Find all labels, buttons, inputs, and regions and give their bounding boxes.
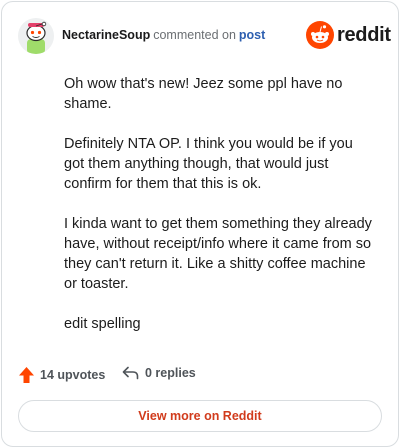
snoo-avatar-icon: [18, 18, 54, 54]
replies-label: 0 replies: [145, 366, 196, 380]
comment-body: Oh wow that's new! Jeez some ppl have no…: [64, 74, 376, 354]
post-link[interactable]: post: [239, 28, 265, 42]
commented-on-text: commented on: [153, 28, 236, 42]
embedded-comment-card: NectarineSoup commented on post reddit Oh …: [1, 1, 399, 447]
comment-footer: 14 upvotes 0 replies: [18, 366, 382, 388]
reddit-wordmark: reddit: [337, 24, 391, 46]
reddit-logo[interactable]: reddit: [306, 19, 391, 53]
username-link[interactable]: NectarineSoup: [62, 28, 150, 42]
comment-paragraph: I kinda want to get them something they …: [64, 216, 372, 292]
comment-paragraph: Oh wow that's new! Jeez some ppl have no…: [64, 76, 343, 112]
comment-paragraph: Definitely NTA OP. I think you would be …: [64, 136, 353, 192]
comment-paragraph: edit spelling: [64, 316, 141, 332]
comment-byline: NectarineSoup commented on post: [62, 28, 265, 42]
reddit-snoo-icon: [306, 21, 334, 49]
upvote-arrow-icon: [19, 367, 34, 383]
upvote-count[interactable]: 14 upvotes: [18, 366, 105, 384]
view-more-button[interactable]: View more on Reddit: [18, 400, 382, 432]
comment-header: NectarineSoup commented on post reddit: [18, 18, 391, 56]
view-more-label: View more on Reddit: [138, 409, 262, 423]
reply-count[interactable]: 0 replies: [122, 366, 196, 380]
user-avatar[interactable]: [18, 18, 54, 54]
reply-arrow-icon: [122, 366, 139, 380]
upvotes-label: 14 upvotes: [40, 368, 106, 382]
